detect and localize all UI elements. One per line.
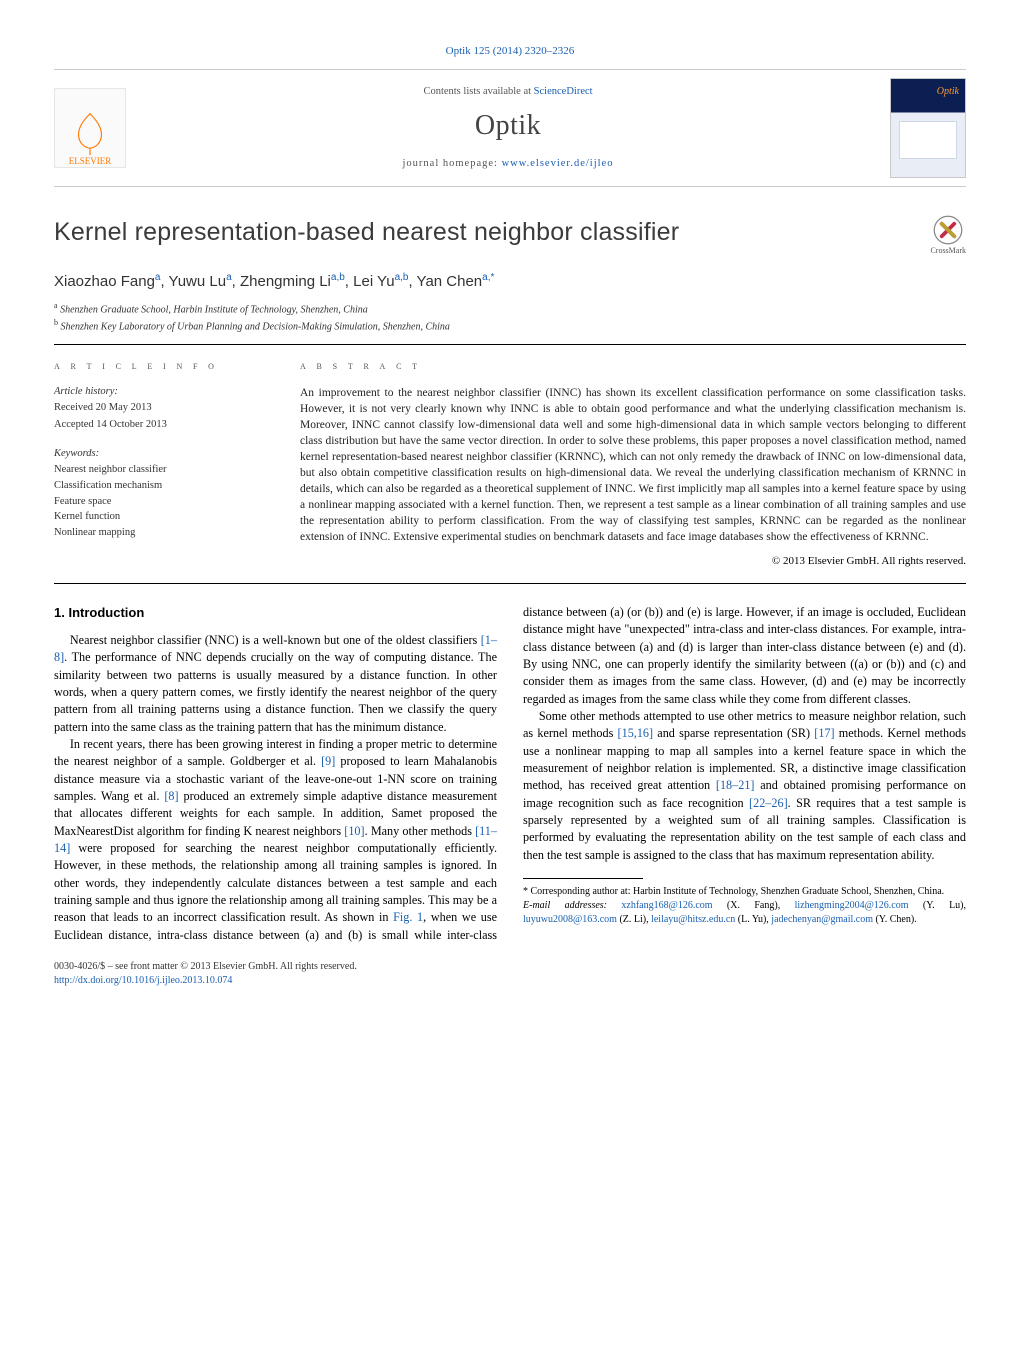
received-date: Received 20 May 2013	[54, 401, 274, 416]
abstract-text: An improvement to the nearest neighbor c…	[300, 385, 966, 546]
article-info: a r t i c l e i n f o Article history: R…	[54, 359, 274, 569]
corresponding-footnote: * Corresponding author at: Harbin Instit…	[523, 885, 966, 899]
contents-line: Contents lists available at ScienceDirec…	[126, 85, 890, 100]
email-link[interactable]: jadechenyan@gmail.com	[771, 914, 873, 925]
journal-cover-thumb: Optik	[890, 78, 966, 178]
section-heading-intro: 1. Introduction	[54, 604, 497, 622]
body-content: 1. Introduction Nearest neighbor classif…	[54, 604, 966, 944]
abstract-copyright: © 2013 Elsevier GmbH. All rights reserve…	[300, 554, 966, 569]
cite-link[interactable]: [18–21]	[716, 778, 755, 792]
keyword: Nonlinear mapping	[54, 526, 274, 541]
email-footnote: E-mail addresses: xzhfang168@126.com (X.…	[523, 899, 966, 927]
crossmark-icon	[933, 215, 963, 245]
paper-title: Kernel representation-based nearest neig…	[54, 215, 679, 250]
journal-header: ELSEVIER Contents lists available at Sci…	[54, 69, 966, 187]
article-info-heading: a r t i c l e i n f o	[54, 359, 274, 374]
front-matter-note: 0030-4026/$ – see front matter © 2013 El…	[54, 960, 966, 988]
cite-link[interactable]: [22–26]	[749, 796, 788, 810]
cover-title: Optik	[937, 85, 959, 99]
cite-link[interactable]: [8]	[164, 789, 178, 803]
homepage-link[interactable]: www.elsevier.de/ijleo	[502, 158, 614, 169]
paragraph: Nearest neighbor classifier (NNC) is a w…	[54, 632, 497, 736]
rights-line: 0030-4026/$ – see front matter © 2013 El…	[54, 960, 966, 974]
cite-link[interactable]: [9]	[321, 754, 335, 768]
authors: Xiaozhao Fanga, Yuwu Lua, Zhengming Lia,…	[54, 271, 966, 292]
elsevier-logo: ELSEVIER	[54, 88, 126, 168]
keyword: Classification mechanism	[54, 479, 274, 494]
paragraph: Some other methods attempted to use othe…	[523, 708, 966, 864]
figure-link[interactable]: Fig. 1	[393, 910, 423, 924]
sciencedirect-link[interactable]: ScienceDirect	[534, 86, 593, 97]
email-link[interactable]: luyuwu2008@163.com	[523, 914, 617, 925]
cite-link[interactable]: [15,16]	[618, 726, 654, 740]
abstract-heading: a b s t r a c t	[300, 359, 966, 374]
doi-link[interactable]: http://dx.doi.org/10.1016/j.ijleo.2013.1…	[54, 975, 232, 986]
email-link[interactable]: leilayu@hitsz.edu.cn	[651, 914, 735, 925]
crossmark-badge[interactable]: CrossMark	[930, 215, 966, 256]
affiliations: a Shenzhen Graduate School, Harbin Insti…	[54, 300, 966, 335]
affiliation: a Shenzhen Graduate School, Harbin Insti…	[54, 300, 966, 317]
journal-homepage: journal homepage: www.elsevier.de/ijleo	[126, 157, 890, 172]
elsevier-label: ELSEVIER	[69, 155, 112, 168]
affiliation: b Shenzhen Key Laboratory of Urban Plann…	[54, 317, 966, 334]
accepted-date: Accepted 14 October 2013	[54, 418, 274, 433]
abstract-block: a b s t r a c t An improvement to the ne…	[300, 359, 966, 569]
tree-icon	[67, 109, 113, 155]
crossmark-label: CrossMark	[930, 245, 966, 256]
citation-top[interactable]: Optik 125 (2014) 2320–2326	[54, 44, 966, 59]
keywords-label: Keywords:	[54, 447, 274, 462]
keyword: Feature space	[54, 495, 274, 510]
email-link[interactable]: lizhengming2004@126.com	[795, 900, 909, 911]
keyword: Nearest neighbor classifier	[54, 463, 274, 478]
history-label: Article history:	[54, 385, 274, 400]
cite-link[interactable]: [10]	[344, 824, 364, 838]
keyword: Kernel function	[54, 510, 274, 525]
journal-name: Optik	[126, 106, 890, 145]
email-link[interactable]: xzhfang168@126.com	[621, 900, 712, 911]
cite-link[interactable]: [17]	[814, 726, 834, 740]
